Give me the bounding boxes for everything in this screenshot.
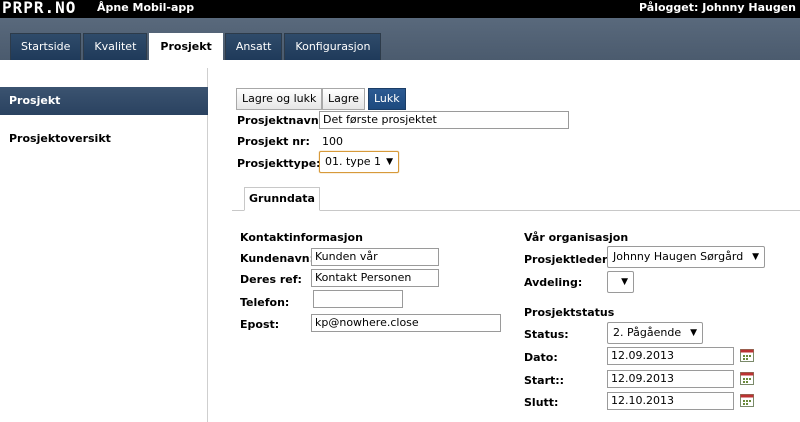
end-label: Slutt: xyxy=(524,396,559,409)
email-label: Epost: xyxy=(240,318,280,331)
project-type-label: Prosjekttype: xyxy=(237,157,321,170)
app-logo[interactable]: PRPR.NO xyxy=(2,0,76,16)
organization-section-title: Vår organisasjon xyxy=(524,231,629,244)
chevron-down-icon: ▼ xyxy=(752,252,759,262)
end-date-input[interactable]: 12.10.2013 xyxy=(607,392,734,410)
sidebar-item-prosjekt[interactable]: Prosjekt xyxy=(0,87,208,115)
project-leader-value: Johnny Haugen Sørgård xyxy=(613,250,744,263)
tab-ansatt[interactable]: Ansatt xyxy=(224,33,283,60)
project-leader-label: Prosjektleder: xyxy=(524,253,612,266)
start-label: Start:: xyxy=(524,374,565,387)
save-button[interactable]: Lagre xyxy=(322,88,365,110)
start-date-input[interactable]: 12.09.2013 xyxy=(607,370,734,388)
their-ref-input[interactable]: Kontakt Personen xyxy=(311,269,439,287)
status-value: 2. Pågående xyxy=(613,326,682,339)
date-input[interactable]: 12.09.2013 xyxy=(607,347,734,365)
close-button[interactable]: Lukk xyxy=(368,88,406,110)
sidebar-item-prosjektoversikt[interactable]: Prosjektoversikt xyxy=(9,132,111,145)
customer-name-input[interactable]: Kunden vår xyxy=(311,248,439,266)
phone-input[interactable] xyxy=(313,290,403,308)
tab-kvalitet[interactable]: Kvalitet xyxy=(83,33,148,60)
open-mobile-app-link[interactable]: Åpne Mobil-app xyxy=(97,1,194,14)
their-ref-label: Deres ref: xyxy=(240,273,302,286)
tab-prosjekt[interactable]: Prosjekt xyxy=(149,33,223,61)
chevron-down-icon: ▼ xyxy=(690,328,697,338)
department-select[interactable]: ▼ xyxy=(607,271,634,293)
project-nr-value: 100 xyxy=(322,135,343,148)
project-status-section-title: Prosjektstatus xyxy=(524,306,615,319)
save-and-close-button[interactable]: Lagre og lukk xyxy=(236,88,323,110)
main-tabs: Startside Kvalitet Prosjekt Ansatt Konfi… xyxy=(10,33,383,61)
top-header: PRPR.NO Åpne Mobil-app Pålogget: Johnny … xyxy=(0,0,800,18)
status-label: Status: xyxy=(524,328,569,341)
project-name-label: Prosjektnavn: xyxy=(237,114,324,127)
main-navigation: Startside Kvalitet Prosjekt Ansatt Konfi… xyxy=(0,18,800,61)
department-label: Avdeling: xyxy=(524,276,583,289)
sidebar: Prosjekt Prosjektoversikt xyxy=(0,68,208,422)
tab-grunndata[interactable]: Grunndata xyxy=(244,187,320,211)
calendar-icon[interactable] xyxy=(740,393,754,407)
status-select[interactable]: 2. Pågående ▼ xyxy=(607,322,703,344)
project-name-input[interactable]: Det første prosjektet xyxy=(319,111,569,129)
email-input[interactable]: kp@nowhere.close xyxy=(311,314,501,332)
logged-in-user: Pålogget: Johnny Haugen xyxy=(639,1,796,14)
project-leader-select[interactable]: Johnny Haugen Sørgård ▼ xyxy=(607,246,765,268)
calendar-icon[interactable] xyxy=(740,371,754,385)
project-type-select[interactable]: 01. type 1 ▼ xyxy=(319,151,399,173)
project-nr-label: Prosjekt nr: xyxy=(237,135,310,148)
contact-section-title: Kontaktinformasjon xyxy=(240,231,363,244)
tab-konfigurasjon[interactable]: Konfigurasjon xyxy=(284,33,382,60)
calendar-icon[interactable] xyxy=(740,348,754,362)
tab-startside[interactable]: Startside xyxy=(10,33,82,60)
chevron-down-icon: ▼ xyxy=(621,277,628,287)
project-type-value: 01. type 1 xyxy=(325,155,382,168)
customer-name-label: Kundenavn: xyxy=(240,252,314,265)
date-label: Dato: xyxy=(524,351,558,364)
chevron-down-icon: ▼ xyxy=(386,157,393,167)
phone-label: Telefon: xyxy=(240,296,290,309)
